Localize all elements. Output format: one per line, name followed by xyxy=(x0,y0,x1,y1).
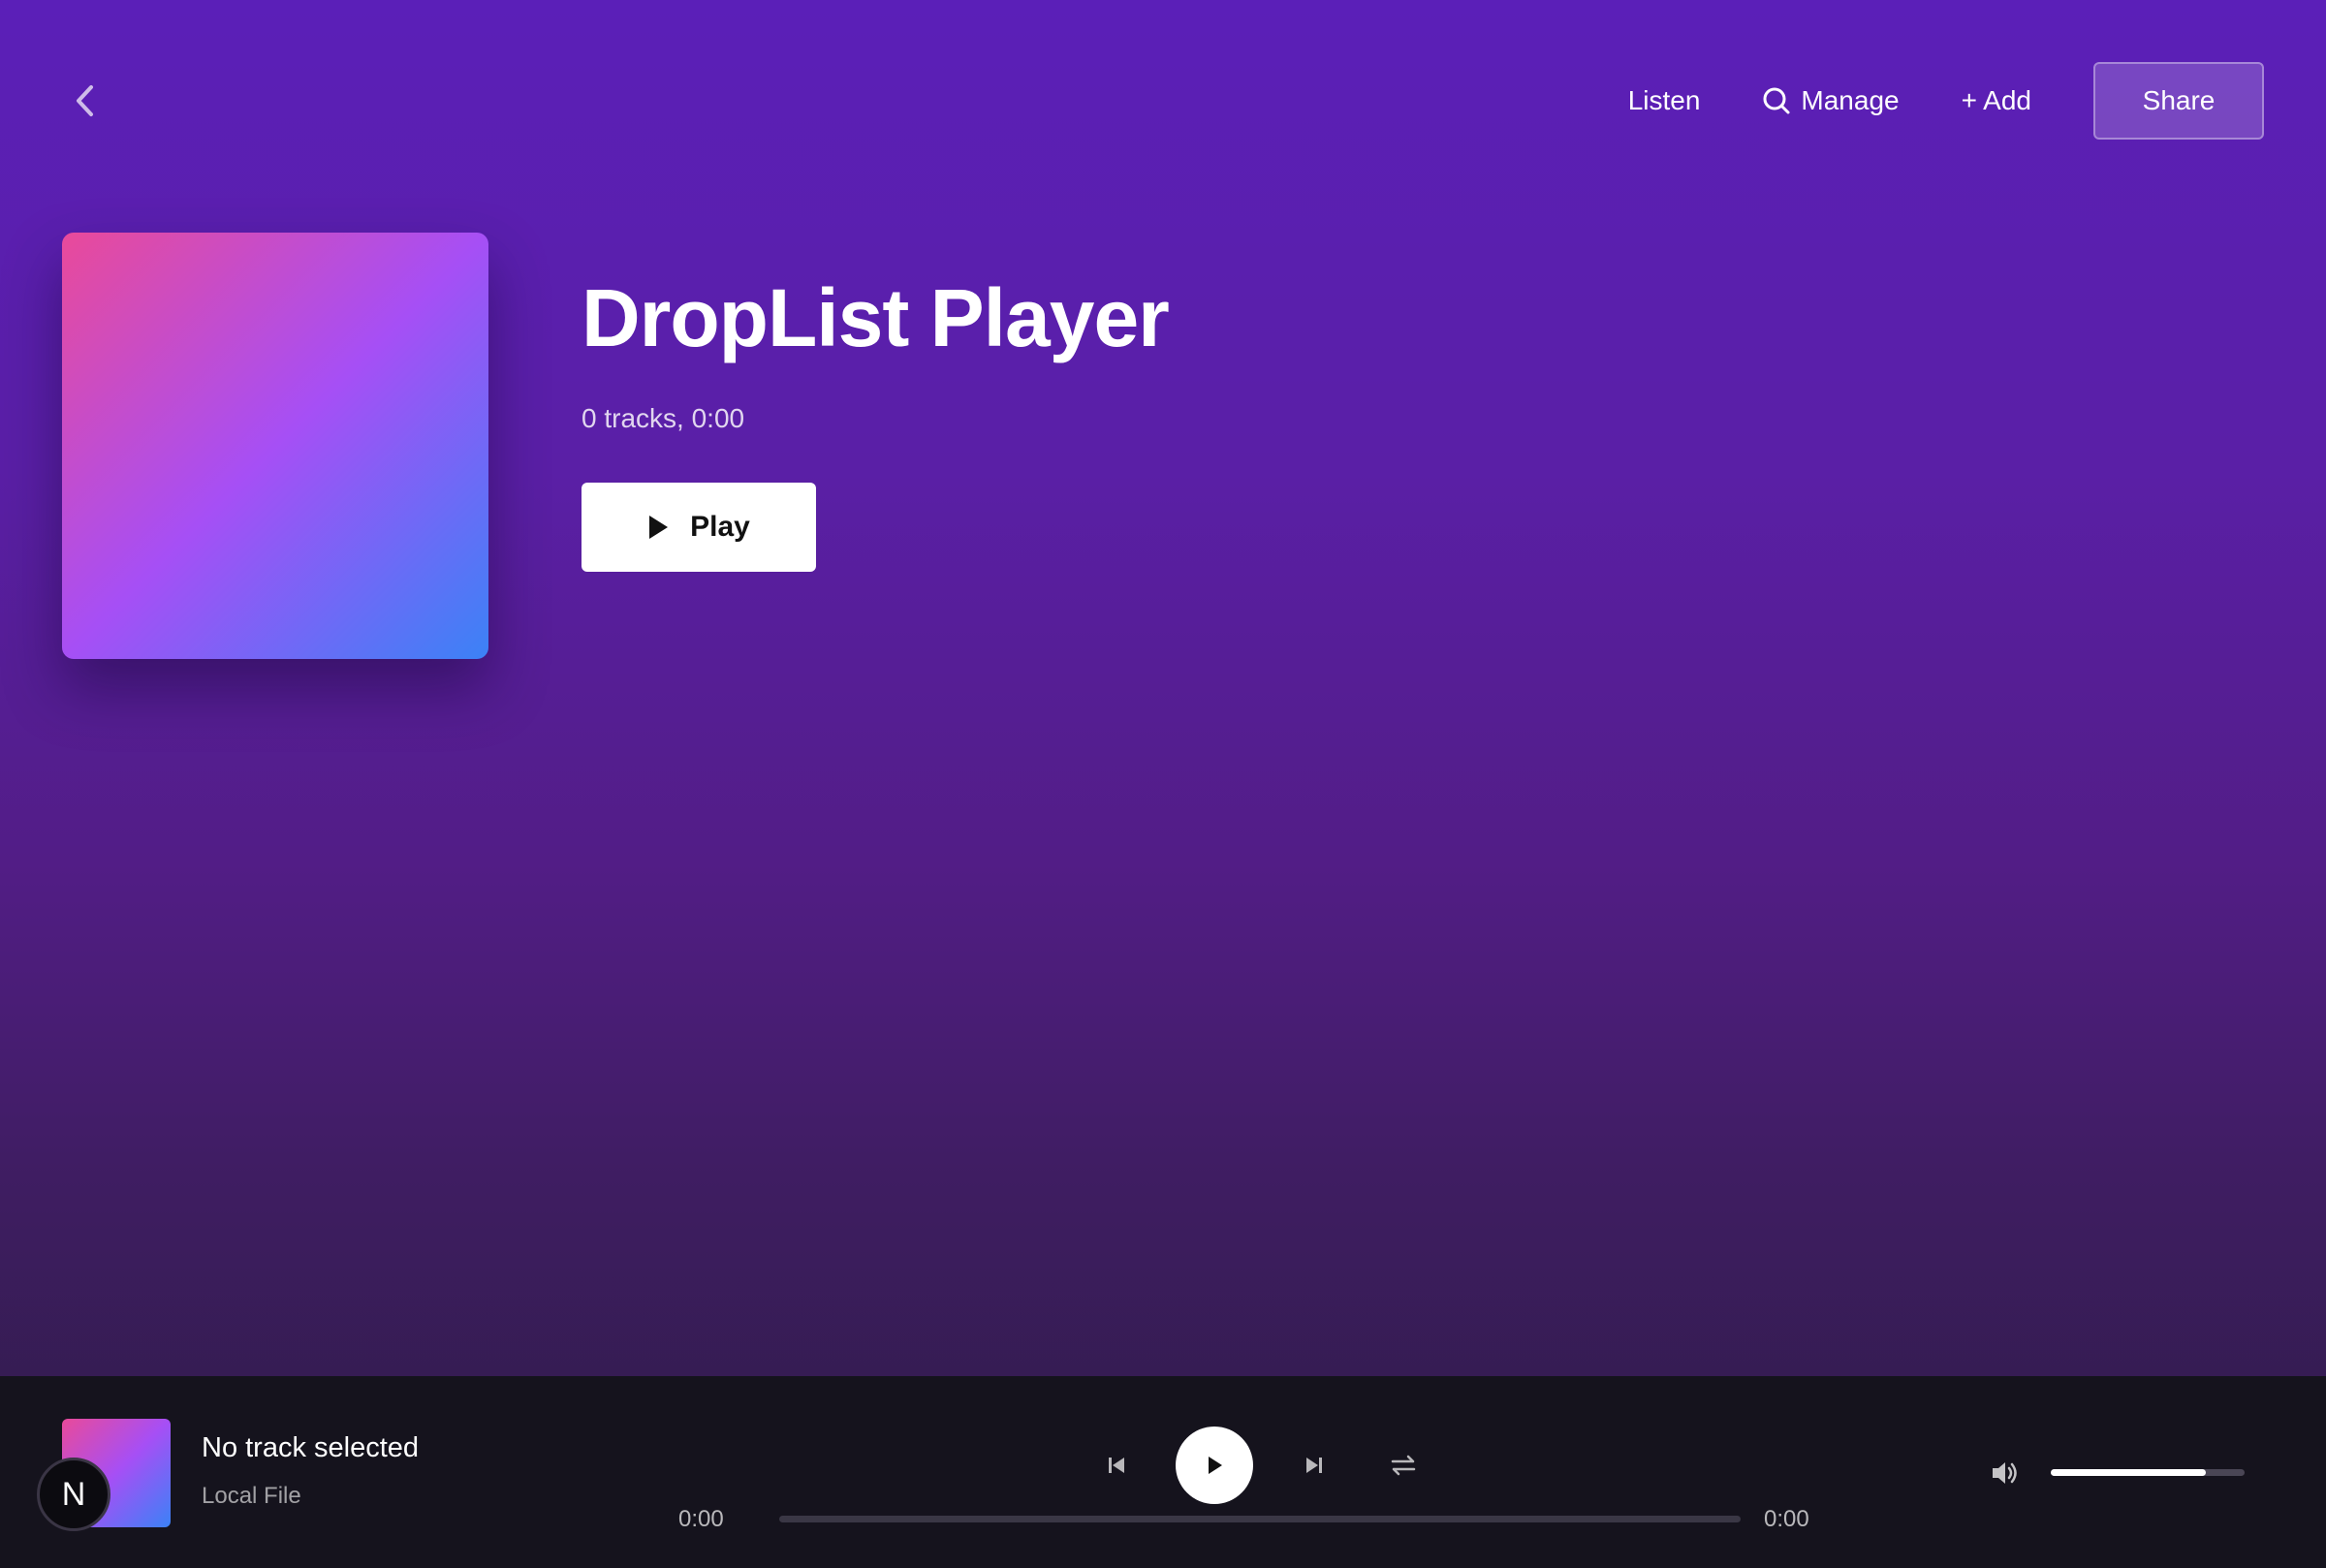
back-button[interactable] xyxy=(64,79,107,122)
play-button[interactable]: Play xyxy=(582,483,816,573)
current-time: 0:00 xyxy=(678,1506,724,1532)
next-track-button[interactable] xyxy=(1293,1444,1336,1487)
nav-manage-link[interactable]: Manage xyxy=(1731,62,1930,140)
now-playing-source: Local File xyxy=(202,1483,301,1509)
share-button[interactable]: Share xyxy=(2093,62,2264,140)
player-play-button[interactable] xyxy=(1176,1427,1253,1504)
app-badge[interactable]: N xyxy=(37,1458,110,1531)
nav-listen-label: Listen xyxy=(1627,85,1701,115)
progress-slider[interactable] xyxy=(779,1516,1741,1522)
nav-manage-label: Manage xyxy=(1801,85,1900,115)
search-icon xyxy=(1762,86,1791,115)
play-icon xyxy=(649,516,669,540)
nav-add-label: + Add xyxy=(1961,85,2031,115)
chevron-left-icon xyxy=(77,85,93,116)
skip-back-icon xyxy=(1109,1458,1124,1473)
app-badge-letter: N xyxy=(61,1475,86,1513)
play-button-label: Play xyxy=(690,511,750,544)
nav-add-link[interactable]: + Add xyxy=(1931,62,2062,140)
volume-button[interactable] xyxy=(1987,1456,2022,1490)
volume-icon xyxy=(1993,1462,2017,1484)
volume-fill xyxy=(2051,1469,2206,1476)
play-icon xyxy=(1209,1457,1222,1474)
nav-listen-link[interactable]: Listen xyxy=(1597,62,1732,140)
playlist-title: DropList Player xyxy=(582,272,1170,363)
repeat-button[interactable] xyxy=(1382,1444,1425,1487)
skip-forward-icon xyxy=(1306,1458,1322,1473)
player-bar: N No track selected Local File 0:00 0:00 xyxy=(0,1376,2326,1568)
playlist-meta: 0 tracks, 0:00 xyxy=(582,403,745,434)
now-playing-title: No track selected xyxy=(202,1432,420,1463)
top-nav: Listen Manage + Add Share xyxy=(1597,62,2264,140)
previous-track-button[interactable] xyxy=(1095,1444,1138,1487)
playlist-info: DropList Player 0 tracks, 0:00 Play xyxy=(582,272,1170,573)
repeat-icon xyxy=(1391,1455,1416,1476)
total-time: 0:00 xyxy=(1764,1506,1809,1532)
playlist-cover-art xyxy=(62,233,488,659)
volume-slider[interactable] xyxy=(2051,1469,2245,1476)
